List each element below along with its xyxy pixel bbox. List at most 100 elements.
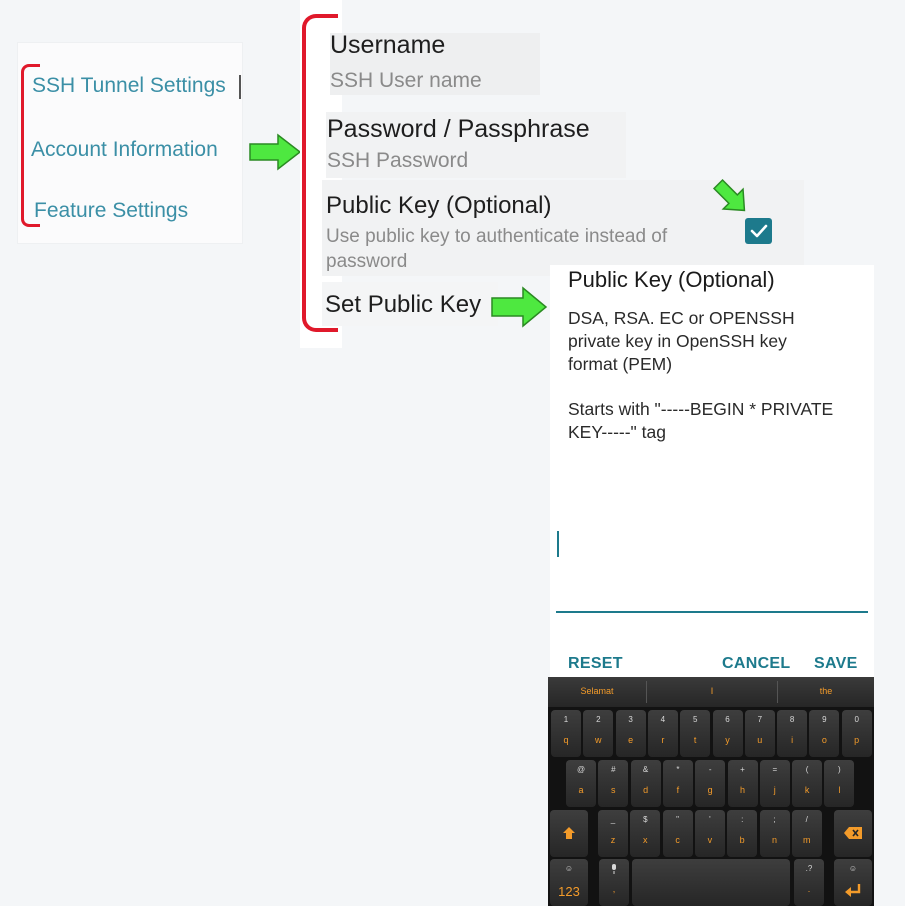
- tab-account-information[interactable]: Account Information: [31, 138, 218, 162]
- enter-key[interactable]: ☺: [834, 859, 872, 906]
- key-c[interactable]: " c: [662, 810, 693, 857]
- key-label: k: [804, 785, 810, 795]
- password-title: Password / Passphrase: [327, 115, 590, 143]
- key-w[interactable]: 2w: [583, 710, 614, 757]
- key-m[interactable]: / m: [791, 810, 822, 857]
- key-label: m: [803, 835, 811, 845]
- public-key-checkbox[interactable]: [745, 218, 772, 244]
- key-hint: 7: [757, 715, 763, 724]
- key-label: l: [838, 785, 841, 795]
- key-hint: 1: [563, 715, 569, 724]
- key-t[interactable]: 5t: [680, 710, 711, 757]
- key-e[interactable]: 3e: [615, 710, 646, 757]
- dialog-message-line: KEY-----" tag: [568, 422, 666, 442]
- tab-ssh-tunnel-settings[interactable]: SSH Tunnel Settings: [32, 74, 226, 98]
- suggestion-item[interactable]: I: [647, 677, 777, 707]
- key-label: n: [771, 835, 777, 845]
- emoji-icon: ☺: [564, 864, 574, 873]
- key-u[interactable]: 7u: [744, 710, 775, 757]
- key-f[interactable]: * f: [662, 760, 693, 807]
- key-x[interactable]: $ x: [630, 810, 661, 857]
- symbols-key[interactable]: ☺ 123: [550, 859, 588, 906]
- key-b[interactable]: :b: [727, 810, 758, 857]
- key-hint: ): [838, 765, 841, 774]
- key-hint: 8: [789, 715, 795, 724]
- key-hint: 0: [854, 715, 859, 724]
- reset-button[interactable]: RESET: [568, 655, 623, 673]
- dialog-message-line: Starts with "-----BEGIN * PRIVATE: [568, 399, 834, 419]
- period-key[interactable]: .? .: [794, 859, 824, 906]
- key-hint: +: [740, 765, 745, 774]
- suggestion-item[interactable]: Selamat: [548, 677, 646, 707]
- public-key-summary: Use public key to authenticate instead o…: [326, 226, 668, 247]
- key-q[interactable]: 1q: [551, 710, 581, 757]
- dialog-title: Public Key (Optional): [568, 267, 775, 292]
- key-a[interactable]: @ a: [566, 760, 596, 807]
- key-hint: _: [610, 815, 616, 824]
- key-hint: 9: [822, 715, 827, 724]
- key-label: i: [791, 735, 794, 745]
- key-hint: *: [676, 765, 680, 774]
- key-hint: =: [772, 765, 778, 774]
- key-hint: 5: [692, 715, 698, 724]
- cancel-button[interactable]: CANCEL: [722, 655, 790, 673]
- dialog-message-line: private key in OpenSSH key: [568, 331, 787, 351]
- key-n[interactable]: ; n: [759, 810, 790, 857]
- key-v[interactable]: ' v: [694, 810, 725, 857]
- public-key-summary-line2: password: [326, 251, 408, 272]
- key-hint: 6: [725, 715, 730, 724]
- key-hint: -: [708, 765, 712, 774]
- key-r[interactable]: 4r: [647, 710, 678, 757]
- public-key-dialog: Public Key (Optional) DSA, RSA. EC or OP…: [550, 265, 874, 678]
- key-label: a: [578, 785, 584, 795]
- suggestion-item[interactable]: the: [778, 677, 874, 707]
- key-i[interactable]: 8i: [777, 710, 808, 757]
- space-key[interactable]: [632, 859, 790, 906]
- key-p[interactable]: 0p: [841, 710, 872, 757]
- key-hint: &: [642, 765, 649, 774]
- tab-feature-settings[interactable]: Feature Settings: [34, 199, 188, 223]
- settings-tabs-panel: SSH Tunnel Settings Account Information …: [17, 42, 243, 244]
- key-o[interactable]: 9o: [809, 710, 840, 757]
- key-hint: @: [576, 765, 586, 774]
- comma-key[interactable]: ,: [599, 859, 629, 906]
- key-label: s: [611, 785, 616, 795]
- key-label: t: [693, 735, 697, 745]
- key-hint: (: [805, 765, 809, 774]
- shift-key[interactable]: [550, 810, 588, 857]
- key-label: o: [821, 735, 827, 745]
- key-label: d: [643, 785, 649, 795]
- key-hint: 2: [596, 715, 601, 724]
- key-label: q: [563, 735, 569, 745]
- green-arrow-annotation: [491, 286, 548, 328]
- key-hint: #: [611, 765, 616, 774]
- text-cursor: [557, 531, 559, 557]
- check-icon: [750, 224, 767, 238]
- key-label: c: [675, 835, 680, 845]
- key-label: x: [643, 835, 648, 845]
- dialog-message: DSA, RSA. EC or OPENSSH private key in O…: [568, 307, 864, 444]
- green-arrow-annotation: [249, 133, 302, 171]
- key-z[interactable]: _ z: [598, 810, 628, 857]
- shift-arrow-icon: [563, 827, 575, 839]
- public-key-input[interactable]: [556, 515, 868, 613]
- key-hint: ;: [773, 815, 776, 824]
- dialog-message-line: format (PEM): [568, 354, 673, 374]
- key-label: z: [610, 835, 616, 845]
- key-hint: 4: [660, 715, 666, 724]
- key-g[interactable]: -g: [695, 760, 726, 807]
- backspace-key[interactable]: [834, 810, 872, 857]
- key-label: b: [739, 835, 745, 845]
- key-hint: ": [676, 815, 680, 824]
- save-button[interactable]: SAVE: [814, 655, 858, 673]
- key-d[interactable]: & d: [630, 760, 661, 807]
- backspace-icon: [844, 827, 862, 839]
- key-l[interactable]: ) l: [824, 760, 855, 807]
- key-h[interactable]: + h: [727, 760, 758, 807]
- set-public-key-preference[interactable]: Set Public Key: [325, 291, 481, 319]
- red-bracket-annotation: [21, 64, 40, 227]
- key-k[interactable]: (k: [792, 760, 823, 807]
- key-s[interactable]: # s: [598, 760, 629, 807]
- key-j[interactable]: = j: [759, 760, 790, 807]
- key-y[interactable]: 6y: [712, 710, 743, 757]
